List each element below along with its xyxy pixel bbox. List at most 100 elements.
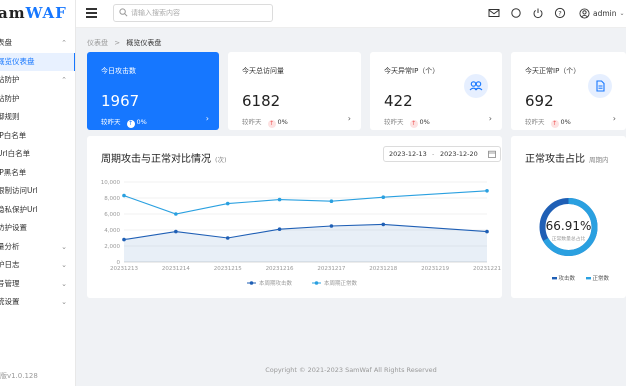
donut-percent: 66.91%	[546, 219, 592, 233]
arrow-up-icon: ↑	[126, 120, 135, 128]
y-tick-label: 4,000	[104, 228, 120, 234]
data-point[interactable]	[277, 227, 282, 231]
stat-card: 今天总访问量 6182 较昨天 ↑ 0% ›	[228, 52, 361, 130]
sidebar-item[interactable]: IP黑名单	[0, 164, 75, 183]
data-point[interactable]	[225, 201, 230, 206]
data-point[interactable]	[174, 229, 178, 234]
sidebar-item-label: 护日志	[0, 260, 20, 269]
data-point[interactable]	[174, 212, 178, 216]
stat-compare: 较昨天 ↑ 0%	[101, 118, 147, 128]
sidebar-item[interactable]: 御规则	[0, 108, 75, 127]
mail-icon[interactable]	[488, 7, 500, 19]
data-point[interactable]	[225, 236, 230, 240]
legend-marker	[314, 281, 319, 285]
arrow-up-icon: ↑	[267, 120, 276, 128]
data-point[interactable]	[485, 229, 489, 234]
chevron-right-icon[interactable]: ›	[206, 114, 209, 123]
stat-title: 今天异常IP（个）	[384, 67, 440, 75]
sidebar-item[interactable]: 站防护	[0, 90, 75, 109]
sidebar-item-label: 站防护	[0, 93, 20, 103]
sidebar-item[interactable]: 号管理 ⌄	[0, 275, 75, 294]
breadcrumb-root[interactable]: 仪表盘	[87, 39, 108, 47]
stat-title: 今日攻击数	[101, 67, 136, 75]
chevron-down-icon: ⌄	[61, 279, 67, 288]
sidebar-item-label: 号管理	[0, 278, 20, 288]
footer-copyright: Copyright © 2021-2023 SamWaf All Rights …	[265, 366, 437, 374]
sidebar-item[interactable]: 概览仪表盘	[0, 52, 75, 71]
chevron-right-icon[interactable]: ›	[348, 114, 351, 123]
data-point[interactable]	[329, 224, 334, 228]
data-point[interactable]	[485, 189, 489, 193]
circle-icon[interactable]	[510, 7, 522, 19]
sidebar-item[interactable]: IP白名单	[0, 127, 75, 146]
data-point[interactable]	[277, 197, 282, 202]
username: admin	[593, 8, 617, 18]
x-tick-label: 20231213	[110, 266, 138, 272]
stat-compare: 较昨天 ↑ 0%	[242, 118, 288, 128]
search-box[interactable]	[113, 4, 273, 22]
sidebar-item[interactable]: 站防护 ⌃	[0, 71, 75, 90]
stat-compare: 较昨天 ↑ 0%	[525, 118, 571, 128]
x-tick-label: 20231215	[214, 266, 242, 272]
sidebar-item-label: 御规则	[0, 112, 20, 121]
data-point[interactable]	[122, 193, 126, 198]
legend-label: 攻击数	[559, 274, 576, 282]
help-icon[interactable]: ?	[554, 7, 566, 19]
x-tick-label: 20231219	[421, 266, 449, 272]
chevron-down-icon: ⌄	[61, 242, 67, 251]
chevron-right-icon[interactable]: ›	[489, 114, 492, 123]
chevron-up-icon: ⌃	[61, 76, 67, 84]
stat-card: 今天异常IP（个） 422 较昨天 ↑ 0% ›	[370, 52, 502, 130]
chevron-down-icon: ⌄	[619, 9, 625, 17]
sidebar-item[interactable]: Url白名单	[0, 145, 75, 164]
ratio-donut-chart: 66.91% 正常数量总占比攻击数 正常数	[539, 198, 610, 282]
x-tick-label: 20231218	[369, 266, 397, 272]
sidebar-item-label: Url白名单	[0, 149, 31, 158]
sidebar-item[interactable]: 统设置 ⌄	[0, 293, 75, 312]
stat-value: 6182	[242, 92, 281, 110]
data-point[interactable]	[329, 199, 334, 203]
user-menu[interactable]: admin ⌄	[579, 7, 625, 19]
trend-panel: 周期攻击与正常对比情况 (次) 2023-12-13 - 2023-12-20 1…	[87, 136, 502, 298]
stat-value: 692	[525, 92, 554, 110]
data-point[interactable]	[381, 195, 386, 199]
menu-toggle-icon[interactable]	[86, 8, 97, 18]
search-input[interactable]	[131, 6, 269, 20]
sidebar-nav: 表盘 ⌃ 概览仪表盘站防护 ⌃ 站防护御规则 IP白名单 Url白名单 IP黑名单限制访问Ur…	[0, 34, 75, 312]
chevron-down-icon: ⌄	[61, 298, 67, 306]
sidebar-item-label: 统设置	[0, 297, 20, 306]
data-point[interactable]	[122, 237, 126, 242]
version-label: l版v1.0.128	[0, 372, 38, 380]
sidebar-item[interactable]: 防护设置	[0, 219, 75, 238]
sidebar-item[interactable]: 表盘 ⌃	[0, 34, 75, 53]
sidebar-item[interactable]: 量分析 ⌄	[0, 238, 75, 257]
top-header: ? admin ⌄	[76, 0, 626, 28]
y-tick-label: 8,000	[104, 196, 120, 202]
legend-swatch	[586, 277, 591, 280]
power-icon[interactable]	[532, 7, 544, 19]
ratio-panel: 正常攻击占比 周期内 66.91% 正常数量总占比 攻击数 正常数	[511, 136, 626, 298]
trend-line-chart: 10,0008,0006,0004,0002,000020231213 20231…	[101, 180, 501, 287]
sidebar-item-label: IP白名单	[0, 130, 27, 140]
x-tick-label: 20231217	[317, 266, 345, 272]
breadcrumb-current: 概览仪表盘	[126, 39, 162, 47]
legend-label: 正常数	[593, 274, 610, 282]
sidebar-item[interactable]: 护日志 ⌄	[0, 256, 75, 275]
arrow-up-icon: ↑	[409, 120, 418, 128]
stat-card: 今日攻击数 1967 较昨天 ↑ 0% ›	[87, 52, 219, 130]
sidebar-item[interactable]: 限制访问Url	[0, 182, 75, 201]
sidebar-item[interactable]: 隐私保护Url	[0, 201, 75, 220]
chevron-up-icon: ⌃	[61, 39, 67, 47]
donut-caption: 正常数量总占比	[552, 235, 586, 242]
chevron-right-icon[interactable]: ›	[613, 114, 616, 123]
x-tick-label: 20231221	[473, 266, 501, 272]
breadcrumb: 仪表盘 > 概览仪表盘	[87, 39, 162, 47]
sidebar-item-label: 限制访问Url	[0, 186, 38, 195]
series-line	[123, 190, 488, 215]
stat-title: 今天总访问量	[242, 67, 284, 75]
y-tick-label: 2,000	[104, 244, 120, 250]
search-icon	[119, 8, 128, 17]
y-tick-label: 6,000	[104, 212, 120, 218]
data-point[interactable]	[381, 222, 386, 227]
sidebar-item-label: 站防护	[0, 75, 20, 84]
